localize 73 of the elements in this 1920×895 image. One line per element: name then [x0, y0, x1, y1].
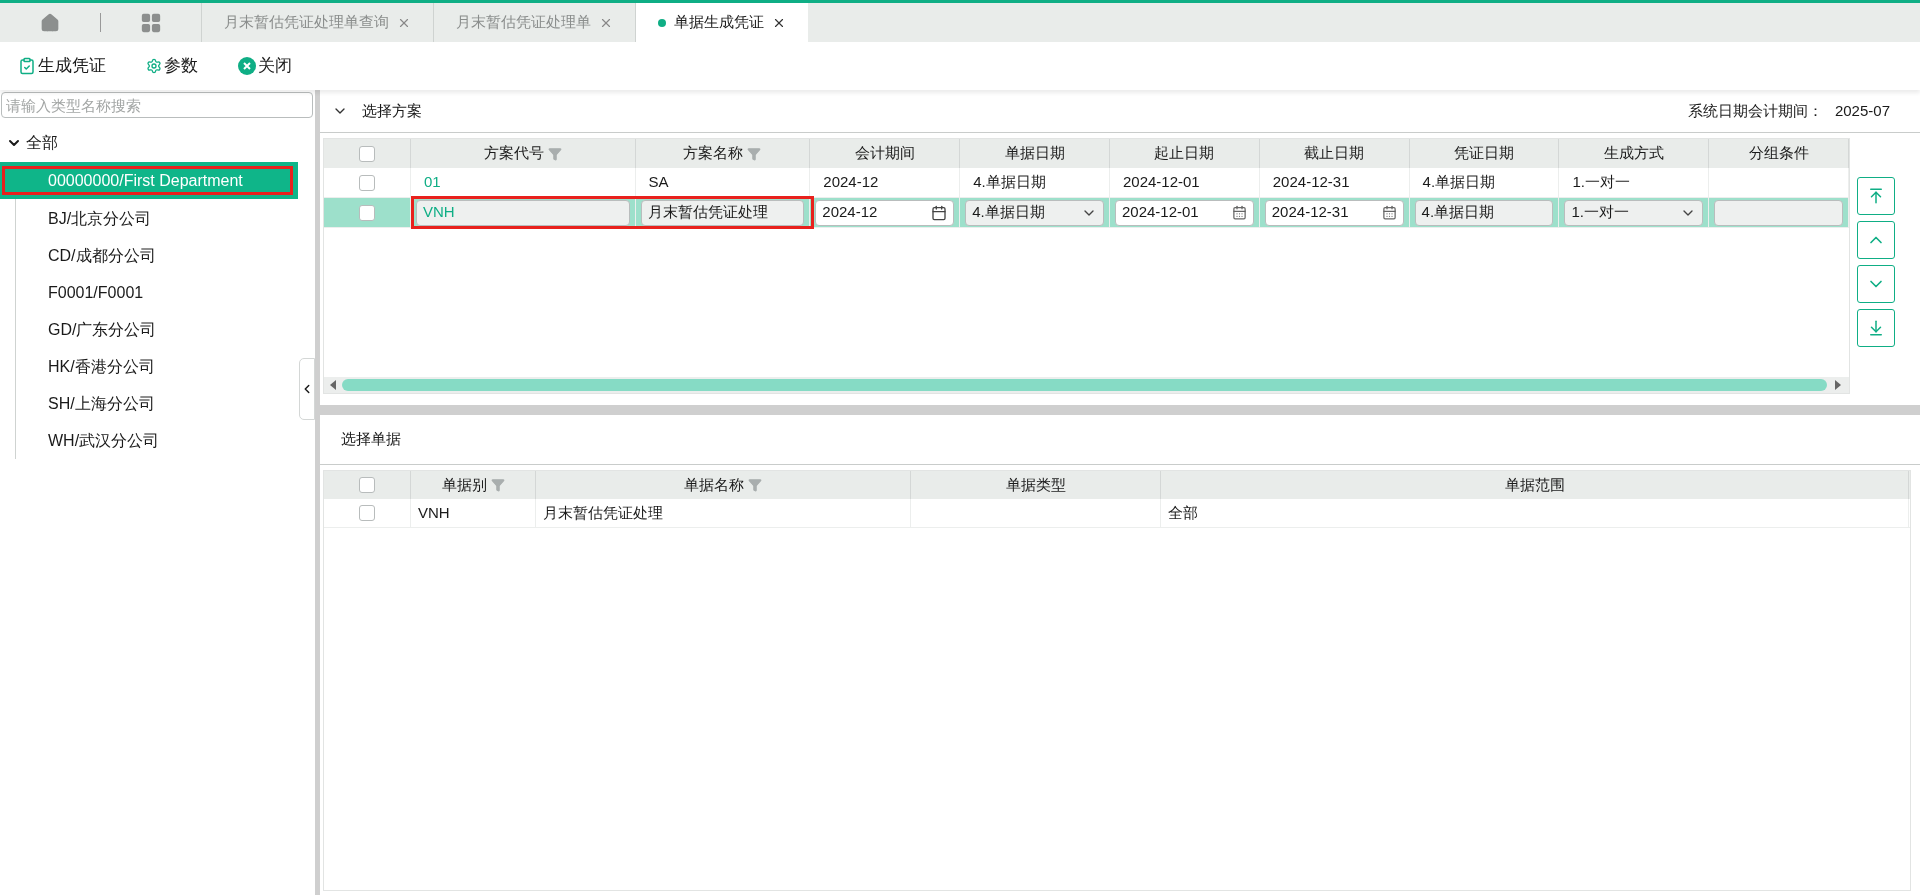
period-value: 2025-07	[1834, 100, 1890, 121]
column-header[interactable]: 单据别	[411, 471, 536, 499]
tree-item[interactable]: BJ/北京分公司	[0, 200, 298, 237]
table-cell-text: 全部	[1168, 502, 1198, 523]
horizontal-scrollbar[interactable]	[324, 377, 1849, 393]
readonly-field[interactable]: 4.单据日期	[1414, 199, 1554, 226]
column-header[interactable]: 单据范围	[1161, 471, 1909, 499]
table-row[interactable]: 01 SA 2024-12 4.单据日期 2024-12-01 2024-12-31 4.单据日期 1.一对一	[324, 168, 1849, 198]
scrollbar-thumb[interactable]	[342, 379, 1827, 391]
date-field[interactable]: 2024-12-31	[1264, 199, 1404, 226]
move-button[interactable]	[1857, 177, 1895, 215]
calendar-icon[interactable]	[931, 204, 948, 221]
search-field[interactable]: 请输入类型名称搜索	[1, 92, 313, 118]
scroll-right-icon[interactable]	[1835, 380, 1841, 390]
table-cell-text: VNH	[418, 502, 450, 523]
checkbox[interactable]	[359, 505, 375, 521]
column-header[interactable]: 单据类型	[911, 471, 1161, 499]
move-to-bottom-icon	[1867, 319, 1885, 337]
table-cell-text: SA	[647, 172, 670, 193]
filter-icon[interactable]	[748, 478, 762, 492]
select-field[interactable]: 1.一对一	[1564, 199, 1704, 226]
checkbox[interactable]	[358, 204, 375, 221]
calendar-icon[interactable]	[1231, 205, 1247, 220]
table-cell-text: 01	[422, 172, 442, 193]
toolbar-button[interactable]: 生成凭证	[18, 53, 106, 79]
month-field[interactable]: 2024-12	[815, 199, 955, 226]
table-cell-text: 1.一对一	[1571, 172, 1631, 193]
checkbox[interactable]	[359, 477, 375, 493]
tab-label: 月末暂估凭证处理单查询	[224, 12, 389, 33]
table-cell-text: 4.单据日期	[972, 172, 1047, 193]
table-cell-text: 月末暂估凭证处理	[543, 502, 663, 523]
tree-item[interactable]: HK/香港分公司	[0, 348, 298, 385]
checkbox[interactable]	[358, 174, 375, 191]
tree-node[interactable]: 全部	[6, 128, 315, 158]
clipboard-check-icon	[18, 57, 36, 75]
home-icon	[40, 12, 60, 33]
move-button[interactable]	[1857, 221, 1895, 259]
move-button[interactable]	[1857, 309, 1895, 347]
grid-icon	[140, 11, 162, 34]
tree-item[interactable]: CD/成都分公司	[0, 237, 298, 274]
calendar-icon[interactable]	[1381, 205, 1397, 220]
table-cell-text: 4.单据日期	[1421, 172, 1497, 193]
tree-item[interactable]: WH/武汉分公司	[0, 422, 298, 459]
tab-label: 单据生成凭证	[674, 12, 764, 33]
period-label: 系统日期会计期间：	[1687, 100, 1823, 121]
readonly-field[interactable]: 月末暂估凭证处理	[640, 199, 805, 226]
table-cell-text: 2024-12-31	[1271, 172, 1351, 193]
column-header[interactable]: 单据名称	[536, 471, 911, 499]
date-field[interactable]: 2024-12-01	[1114, 199, 1254, 226]
table-cell-text: 2024-12	[822, 172, 880, 193]
section-title: 选择单据	[341, 429, 401, 450]
tree-item[interactable]: GD/广东分公司	[0, 311, 298, 348]
move-to-top-icon	[1867, 187, 1885, 205]
tree-item[interactable]: F0001/F0001	[0, 274, 298, 311]
select-field[interactable]: 4.单据日期	[965, 199, 1104, 226]
checkbox[interactable]	[358, 145, 375, 162]
section-title: 选择方案	[362, 100, 422, 121]
toolbar-button[interactable]: 关闭	[238, 53, 292, 79]
scroll-left-icon[interactable]	[330, 380, 336, 390]
tree-item[interactable]: SH/上海分公司	[0, 385, 298, 422]
settings-icon	[146, 58, 162, 74]
collapse-handle[interactable]	[299, 358, 315, 420]
tab-label: 月末暂估凭证处理单	[456, 12, 591, 33]
table-row[interactable]: VNH 月末暂估凭证处理 2024-12 4.单据日期 2024-12-01 2024-12-31 4.单据日期 1.一对一	[324, 198, 1849, 228]
close-icon	[238, 57, 256, 75]
filter-icon[interactable]	[747, 146, 762, 161]
tab[interactable]: 单据生成凭证	[635, 3, 808, 42]
toolbar-button[interactable]: 参数	[146, 53, 198, 79]
move-button[interactable]	[1857, 265, 1895, 303]
filter-icon[interactable]	[490, 478, 505, 492]
table-cell-text: 2024-12-01	[1121, 172, 1201, 193]
filter-icon[interactable]	[547, 146, 562, 161]
readonly-field[interactable]	[1714, 199, 1844, 226]
